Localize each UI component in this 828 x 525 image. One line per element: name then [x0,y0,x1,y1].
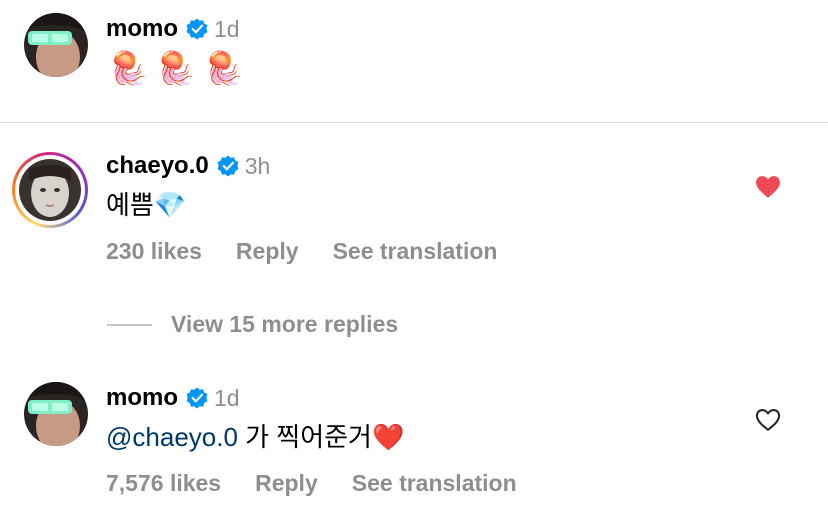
verified-badge-icon [186,18,208,40]
divider [0,122,828,123]
likes-count[interactable]: 7,576 likes [106,472,221,495]
username[interactable]: momo [106,386,178,410]
see-translation-button[interactable]: See translation [352,472,517,495]
verified-badge-icon [217,155,239,177]
avatar-momo[interactable] [24,13,88,77]
mention-link[interactable]: @chaeyo.0 [106,422,238,452]
avatar-momo[interactable] [24,382,88,446]
comment-text: 예쁨💎 [106,190,187,220]
like-heart-outline-icon[interactable] [755,408,781,432]
comment-body: 가 찍어준거❤️ [237,422,405,452]
reply-button[interactable]: Reply [255,472,318,495]
username[interactable]: chaeyo.0 [106,154,209,178]
comment-header: momo 1d [106,17,240,41]
comment-actions: 230 likes Reply See translation [106,240,497,263]
see-translation-button[interactable]: See translation [333,240,498,263]
avatar-story-ring[interactable] [12,152,88,228]
reply-button[interactable]: Reply [236,240,299,263]
comment-header: momo 1d [106,386,240,410]
comment-actions: 7,576 likes Reply See translation [106,472,517,495]
timestamp: 1d [214,384,240,411]
comment-header: chaeyo.0 3h [106,154,270,178]
thread-line [107,324,152,326]
timestamp: 3h [244,152,271,179]
verified-badge-icon [186,387,208,409]
username[interactable]: momo [106,17,178,41]
view-more-replies-button[interactable]: View 15 more replies [171,313,398,336]
likes-count[interactable]: 230 likes [106,240,202,263]
comment-text: @chaeyo.0 가 찍어준거❤️ [106,424,404,450]
avatar-chaeyo [19,159,81,221]
comment-text: 🪼🪼🪼 [108,50,252,86]
like-heart-filled-icon[interactable] [755,175,781,199]
timestamp: 1d [214,15,240,42]
